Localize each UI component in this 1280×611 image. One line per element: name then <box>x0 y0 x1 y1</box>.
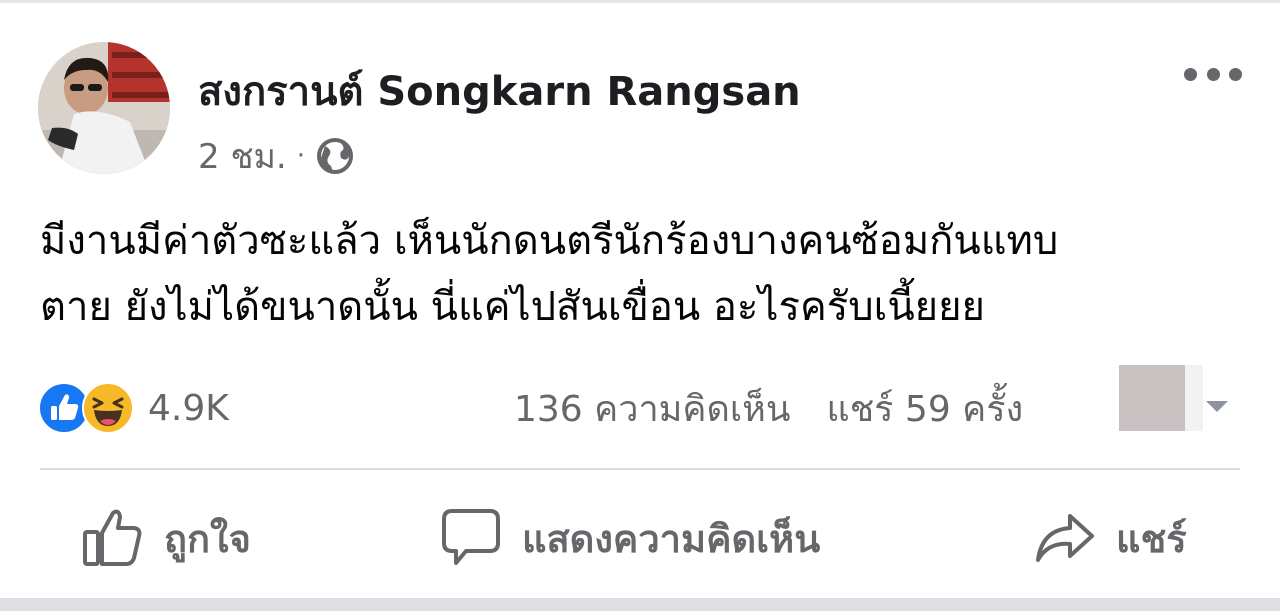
reactions-summary[interactable]: 4.9K <box>38 380 229 436</box>
comment-count[interactable]: 136 ความคิดเห็น <box>514 380 791 437</box>
comment-icon <box>442 509 500 565</box>
dot <box>1206 67 1220 81</box>
post-text-line: ตาย ยังไม่ได้ขนาดนั้น นี่แค่ไปสันเขื่อน … <box>40 284 985 330</box>
like-button[interactable]: ถูกใจ <box>82 506 251 570</box>
avatar-photo <box>38 42 170 174</box>
comment-label: แสดงความคิดเห็น <box>522 516 821 561</box>
like-label: ถูกใจ <box>164 516 251 561</box>
more-options-icon[interactable] <box>1184 62 1242 86</box>
engagement-stats: 136 ความคิดเห็น แชร์ 59 ครั้ง <box>514 380 1023 436</box>
comment-button[interactable]: แสดงความคิดเห็น <box>440 506 820 570</box>
top-edge <box>0 0 1280 3</box>
bottom-edge <box>0 598 1280 611</box>
share-count[interactable]: แชร์ 59 ครั้ง <box>827 380 1024 437</box>
haha-reaction-icon <box>82 382 134 434</box>
reaction-count: 4.9K <box>148 387 229 429</box>
post-timestamp[interactable]: 2 ชม. <box>198 129 287 183</box>
divider <box>40 468 1240 470</box>
thumbs-up-icon <box>83 509 142 566</box>
viewer-avatar[interactable] <box>1119 365 1185 431</box>
post-meta: 2 ชม. · <box>198 134 355 178</box>
share-button[interactable]: แชร์ <box>1034 506 1187 570</box>
share-arrow-icon <box>1036 514 1094 562</box>
globe-icon[interactable] <box>315 136 355 176</box>
viewer-avatar-edge <box>1185 365 1203 431</box>
author-name[interactable]: สงกรานต์ Songkarn Rangsan <box>198 66 801 118</box>
meta-separator: · <box>296 141 306 171</box>
share-label: แชร์ <box>1116 516 1187 561</box>
post-text: มีงานมีค่าตัวซะแล้ว เห็นนักดนตรีนักร้องบ… <box>40 208 1240 340</box>
dot <box>1229 67 1242 81</box>
avatar[interactable] <box>38 42 170 174</box>
chevron-down-icon[interactable] <box>1206 401 1228 412</box>
dot <box>1184 67 1197 81</box>
post-text-line: มีงานมีค่าตัวซะแล้ว เห็นนักดนตรีนักร้องบ… <box>40 218 1059 264</box>
